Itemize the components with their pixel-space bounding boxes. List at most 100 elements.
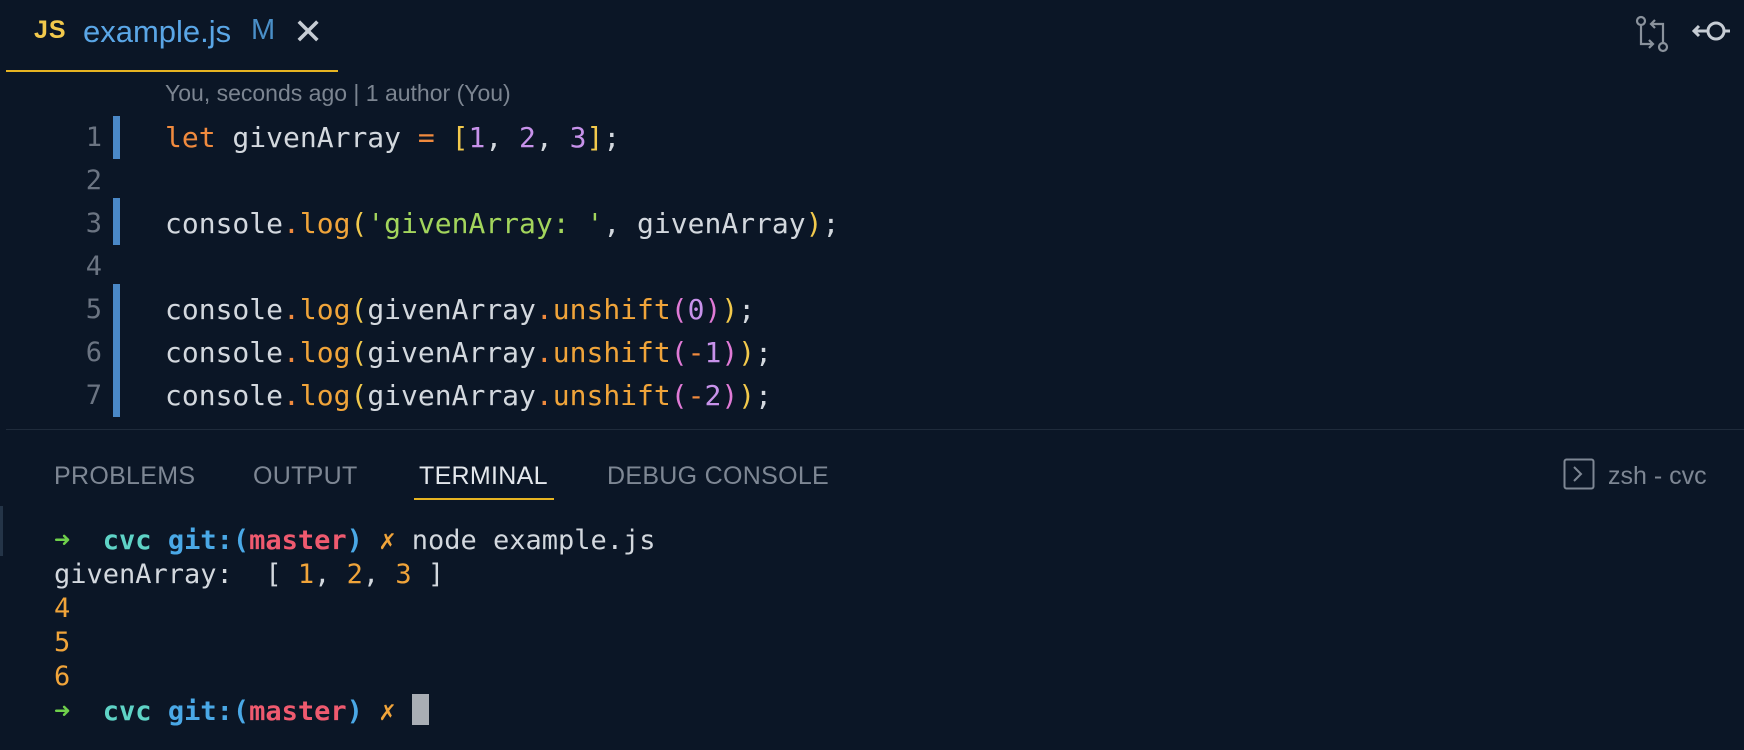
tab-output[interactable]: OUTPUT	[253, 462, 358, 491]
code-token: log	[299, 379, 351, 412]
terminal-cursor[interactable]	[411, 694, 429, 725]
terminal-instance-name[interactable]: zsh - cvc	[1608, 462, 1707, 491]
code-token: ;	[603, 121, 621, 154]
prompt-dirty-marker: ✗	[379, 525, 396, 556]
code-line[interactable]: 6 console.log(givenArray.unshift(-1));	[0, 327, 1744, 374]
code-token: .	[283, 336, 300, 369]
line-number: 4	[85, 251, 102, 282]
code-line[interactable]: 1 let givenArray = [1, 2, 3];	[0, 116, 1744, 159]
prompt-git-prefix: git:(	[167, 696, 250, 727]
code-token: , givenArray	[603, 207, 806, 240]
code-token: (	[350, 293, 368, 326]
code-token: -	[687, 336, 705, 369]
code-token: ]	[586, 121, 604, 154]
code-token: 0	[687, 293, 705, 326]
code-token: -	[687, 379, 705, 412]
code-token: unshift	[552, 336, 671, 369]
close-icon[interactable]: ✕	[293, 14, 323, 50]
output-value: 2	[346, 559, 363, 590]
line-number: 6	[85, 337, 102, 368]
code-text: let givenArray = [1, 2, 3];	[165, 116, 620, 159]
code-line[interactable]: 7 console.log(givenArray.unshift(-2));	[0, 370, 1744, 417]
code-token: )	[738, 379, 756, 412]
code-token: 'givenArray: '	[367, 207, 604, 240]
terminal-command: node example.js	[411, 525, 656, 556]
code-token: (	[670, 336, 688, 369]
code-token: )	[721, 336, 739, 369]
timeline-icon[interactable]	[1692, 14, 1732, 54]
code-token: )	[721, 379, 739, 412]
code-line[interactable]: 4	[0, 245, 1744, 288]
code-token: )	[704, 293, 722, 326]
output-closing: ]	[411, 559, 445, 590]
code-token: givenArray	[367, 293, 536, 326]
tab-debug-console[interactable]: DEBUG CONSOLE	[607, 462, 829, 491]
code-token: givenArray	[215, 121, 418, 154]
terminal-output-result: 5	[54, 627, 71, 658]
code-token: ;	[822, 207, 840, 240]
output-label: givenArray: [	[54, 559, 298, 590]
editor-tab-bar: JS example.js M ✕	[0, 0, 1744, 74]
line-number: 1	[85, 122, 102, 153]
code-token: .	[283, 293, 300, 326]
code-token: (	[670, 293, 688, 326]
code-token: ;	[755, 379, 772, 412]
code-token: log	[299, 336, 351, 369]
source-control-compare-icon[interactable]	[1632, 14, 1672, 54]
code-text: console.log(givenArray.unshift(-1));	[165, 331, 772, 374]
code-editor[interactable]: 1 let givenArray = [1, 2, 3]; 2 3 console.lo…	[0, 116, 1744, 428]
terminal-prompt-line[interactable]: ➜ cvc git:(master) ✗	[54, 694, 429, 728]
git-blame-annotation[interactable]: You, seconds ago | 1 author (You)	[165, 80, 511, 107]
line-number: 5	[85, 294, 102, 325]
code-token: (	[350, 336, 368, 369]
code-token: ;	[738, 293, 756, 326]
code-token: console	[165, 379, 284, 412]
code-line[interactable]: 5 console.log(givenArray.unshift(0));	[0, 284, 1744, 331]
code-token: ;	[755, 336, 772, 369]
terminal-output-result: 4	[54, 593, 71, 624]
git-modified-gutter-marker[interactable]	[113, 370, 120, 417]
code-token: 2	[519, 121, 536, 154]
code-token: log	[299, 293, 351, 326]
code-token: )	[805, 207, 823, 240]
code-token: log	[299, 207, 351, 240]
code-token: (	[670, 379, 688, 412]
terminal-output[interactable]: ➜ cvc git:(master) ✗ node example.js giv…	[0, 512, 1744, 750]
line-number: 7	[85, 380, 102, 411]
code-token: )	[721, 293, 739, 326]
code-token: 3	[569, 121, 587, 154]
editor-tab-example-js[interactable]: JS example.js M ✕	[6, 0, 338, 72]
terminal-command-line: ➜ cvc git:(master) ✗ node example.js	[54, 524, 656, 558]
output-value: 3	[395, 559, 412, 590]
code-token: ,	[485, 121, 520, 154]
git-modified-gutter-marker[interactable]	[113, 284, 120, 331]
terminal-icon	[1563, 458, 1595, 490]
code-token: ,	[535, 121, 570, 154]
git-modified-gutter-marker[interactable]	[113, 198, 120, 245]
prompt-directory: cvc	[102, 525, 152, 556]
code-token: unshift	[552, 379, 671, 412]
output-value: 1	[297, 559, 315, 590]
prompt-arrow: ➜	[54, 696, 71, 727]
prompt-directory: cvc	[102, 696, 152, 727]
code-token: console	[165, 336, 284, 369]
prompt-git-prefix: git:(	[167, 525, 250, 556]
code-token: unshift	[552, 293, 671, 326]
panel-tab-bar: PROBLEMS OUTPUT TERMINAL DEBUG CONSOLE z…	[0, 430, 1744, 502]
tab-file-name: example.js	[83, 14, 232, 49]
code-line[interactable]: 2	[0, 159, 1744, 202]
code-token: .	[283, 379, 300, 412]
vscode-window: JS example.js M ✕ You, seconds ago | 1 a…	[0, 0, 1744, 750]
git-modified-gutter-marker[interactable]	[113, 327, 120, 374]
code-line[interactable]: 3 console.log('givenArray: ', givenArray)…	[0, 198, 1744, 245]
code-text: console.log('givenArray: ', givenArray);	[165, 202, 839, 245]
code-token: .	[535, 336, 553, 369]
code-token: 2	[704, 379, 722, 412]
terminal-output-array: givenArray: [ 1, 2, 3 ]	[54, 559, 445, 590]
tab-problems[interactable]: PROBLEMS	[54, 462, 195, 491]
tab-terminal[interactable]: TERMINAL	[419, 462, 548, 491]
git-modified-gutter-marker[interactable]	[113, 116, 120, 159]
code-token: 1	[704, 336, 722, 369]
code-token: console	[165, 293, 284, 326]
